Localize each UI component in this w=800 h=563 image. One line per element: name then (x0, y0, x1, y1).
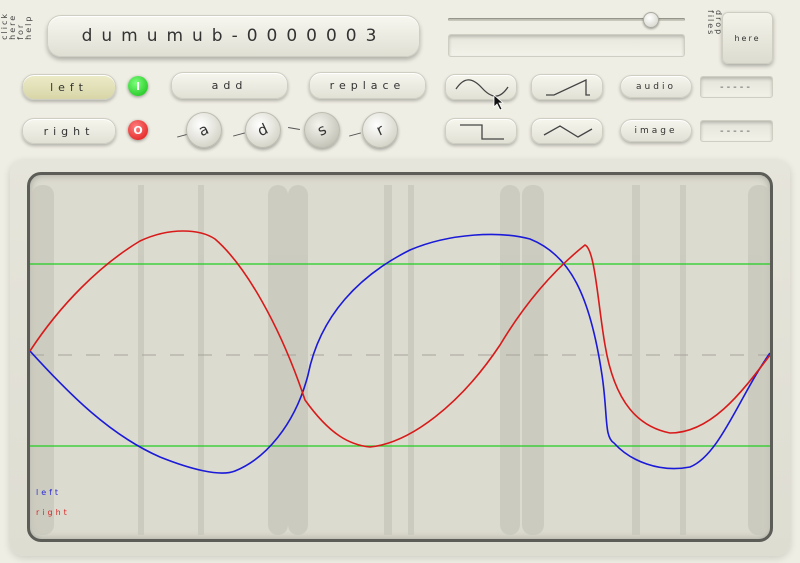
drop-files-label: drop files (706, 10, 723, 37)
release-knob-tick (349, 132, 361, 137)
export-image-button[interactable]: image (620, 119, 692, 142)
sustain-knob-tick (288, 126, 300, 131)
spectrum-ghost-bars (32, 185, 770, 535)
left-channel-label: left (50, 80, 88, 94)
replace-label: replace (329, 79, 406, 92)
sawtooth-wave-button[interactable] (531, 74, 603, 100)
decay-knob-tick (233, 132, 245, 137)
help-link[interactable]: click here for help (0, 12, 33, 40)
add-button[interactable]: add (171, 72, 288, 99)
decay-knob-label: d (254, 119, 272, 141)
right-channel-label: right (43, 124, 95, 138)
left-led-indicator[interactable]: I (128, 76, 148, 96)
attack-knob[interactable]: a (186, 112, 222, 148)
patch-title: dumumub-0000003 (47, 15, 420, 57)
export-audio-label: audio (636, 81, 676, 92)
right-channel-button[interactable]: right (22, 118, 116, 144)
waveform-display[interactable] (27, 172, 773, 542)
right-led-label: O (133, 123, 143, 137)
export-image-label: image (634, 125, 678, 136)
mouse-cursor-icon (493, 94, 505, 111)
export-audio-button[interactable]: audio (620, 75, 692, 98)
sawtooth-wave-icon (546, 78, 590, 96)
waveform-canvas (30, 185, 770, 535)
legend-right: right (36, 508, 70, 517)
drop-target[interactable]: here (722, 12, 773, 64)
volume-slider-thumb[interactable] (643, 12, 659, 28)
sustain-knob-label: s (314, 120, 330, 140)
replace-button[interactable]: replace (309, 72, 426, 99)
release-knob[interactable]: r (362, 112, 398, 148)
add-label: add (211, 79, 248, 92)
image-readout: ----- (700, 120, 773, 142)
attack-knob-label: a (196, 119, 212, 141)
right-led-indicator[interactable]: O (128, 120, 148, 140)
square-wave-button[interactable] (445, 118, 517, 144)
left-channel-button[interactable]: left (22, 74, 116, 100)
left-led-label: I (135, 79, 141, 93)
triangle-wave-icon (543, 125, 593, 138)
sine-wave-button[interactable] (445, 74, 517, 100)
sustain-knob[interactable]: s (304, 112, 340, 148)
legend-left: left (36, 488, 61, 497)
square-wave-icon (460, 124, 504, 140)
drop-target-label: here (734, 33, 761, 43)
sine-wave-icon (455, 79, 509, 97)
audio-readout: ----- (700, 76, 773, 98)
level-meter (448, 34, 685, 57)
triangle-wave-button[interactable] (531, 118, 603, 144)
release-knob-label: r (373, 120, 387, 140)
decay-knob[interactable]: d (245, 112, 281, 148)
